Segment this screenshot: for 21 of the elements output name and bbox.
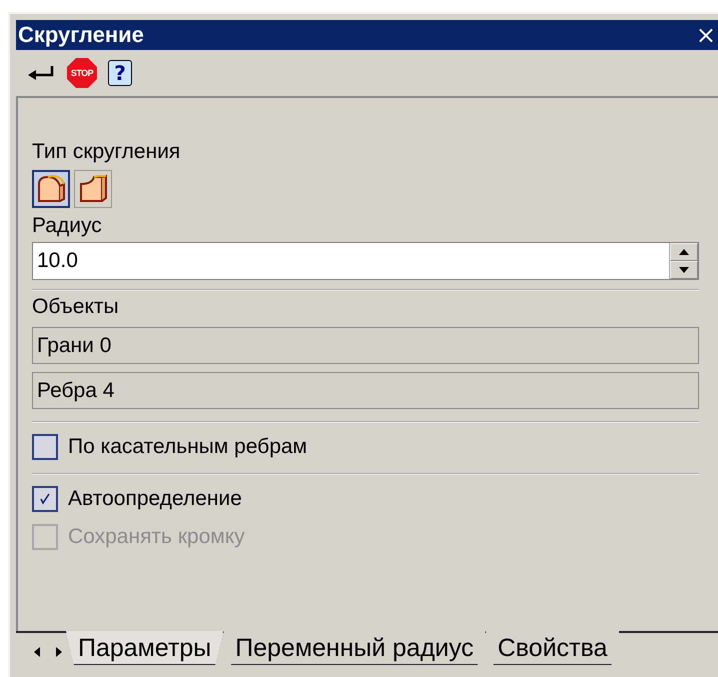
objects-label: Объекты xyxy=(32,295,119,320)
close-button[interactable]: × xyxy=(694,23,718,47)
tab[interactable]: Свойства xyxy=(486,631,620,665)
tab[interactable]: Параметры xyxy=(66,631,224,665)
checkbox[interactable] xyxy=(32,486,58,512)
radius-label: Радиус xyxy=(32,214,102,238)
window-title: Скругление xyxy=(17,22,144,48)
checkbox-label: Автоопределение xyxy=(68,487,242,512)
round-fillet-button[interactable] xyxy=(32,170,70,208)
enter-icon[interactable] xyxy=(26,64,56,82)
object-field: Ребра 4 xyxy=(32,372,699,410)
check-icon xyxy=(38,492,52,506)
help-button[interactable]: ? xyxy=(108,60,132,86)
stop-button[interactable]: STOP xyxy=(66,57,98,89)
checkbox[interactable] xyxy=(32,434,58,460)
tab[interactable]: Переменный радиус xyxy=(223,631,486,665)
fillet-type-label: Тип скругления xyxy=(32,140,180,164)
chamfer-button[interactable] xyxy=(74,170,112,208)
object-field: Грани 0 xyxy=(32,327,699,364)
checkbox-label: По касательным ребрам xyxy=(68,435,308,460)
checkbox-label: Сохранять кромку xyxy=(68,525,245,550)
